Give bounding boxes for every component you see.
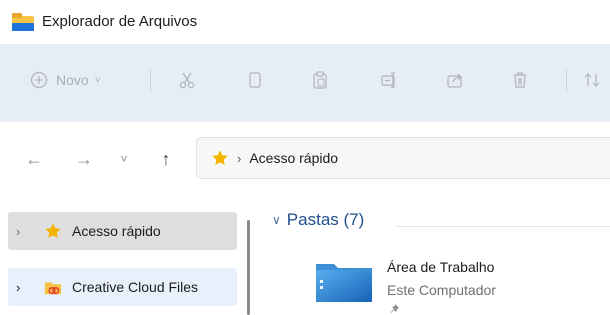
paste-button[interactable] [305, 63, 335, 97]
breadcrumb-quick-access[interactable]: Acesso rápido [249, 150, 338, 166]
chevron-down-icon: ∨ [272, 213, 281, 227]
cut-icon [179, 72, 195, 89]
back-button[interactable]: ← [20, 146, 48, 172]
arrow-up-icon: ↑ [161, 148, 171, 169]
window-title: Explorador de Arquivos [42, 13, 198, 30]
chevron-right-icon[interactable]: › [16, 224, 30, 239]
chevron-down-icon: ˅ [120, 152, 128, 166]
arrow-right-icon: → [75, 148, 93, 169]
sidebar-scrollbar[interactable] [247, 220, 250, 315]
new-button[interactable]: Novo ˅ [30, 63, 134, 97]
up-button[interactable]: ↑ [152, 146, 180, 172]
chevron-down-icon: ˅ [94, 74, 101, 86]
navigation-pane: › Acesso rápido › Creative Cloud Files [0, 196, 240, 315]
share-icon [447, 73, 462, 88]
group-title: Pastas (7) [286, 210, 365, 229]
sidebar-item-label: Creative Cloud Files [72, 279, 199, 295]
sort-icon [584, 73, 600, 87]
folder-name[interactable]: Área de Trabalho [387, 259, 494, 275]
new-button-label: Novo [56, 72, 89, 88]
rename-icon [381, 72, 395, 88]
command-bar: Novo ˅ [0, 44, 610, 123]
chevron-right-icon[interactable]: › [16, 280, 30, 295]
sidebar-item-quick-access[interactable]: › Acesso rápido [8, 212, 237, 250]
pin-icon [391, 304, 399, 313]
delete-icon [514, 72, 526, 88]
ribbon-divider [566, 70, 567, 92]
breadcrumb-separator-icon: › [237, 150, 242, 166]
star-icon [212, 150, 228, 165]
group-divider [396, 226, 610, 227]
recent-locations-button[interactable]: ˅ [110, 146, 138, 172]
paste-icon [313, 71, 327, 89]
desktop-folder-icon[interactable] [314, 258, 374, 304]
sort-button[interactable] [578, 63, 606, 97]
creative-cloud-icon [44, 282, 62, 295]
ribbon-divider [150, 70, 151, 92]
cut-button[interactable] [172, 63, 202, 97]
copy-icon [249, 72, 261, 88]
arrow-left-icon: ← [25, 148, 43, 169]
address-bar[interactable]: › Acesso rápido [196, 137, 610, 179]
sidebar-item-label: Acesso rápido [72, 223, 161, 239]
title-bar: Explorador de Arquivos [0, 0, 610, 44]
share-button[interactable] [440, 63, 470, 97]
forward-button[interactable]: → [70, 146, 98, 172]
delete-button[interactable] [505, 63, 535, 97]
group-header-folders[interactable]: ∨ Pastas (7) [272, 210, 364, 230]
folder-location: Este Computador [387, 282, 496, 298]
navigation-bar: ← → ˅ ↑ › Acesso rápido [0, 122, 610, 196]
star-icon [45, 223, 61, 238]
content-pane: ∨ Pastas (7) Área de Trabalho Este Compu… [252, 196, 610, 315]
rename-button[interactable] [374, 63, 404, 97]
file-explorer-icon [12, 13, 34, 31]
plus-circle-icon [30, 71, 48, 89]
sidebar-item-creative-cloud-files[interactable]: › Creative Cloud Files [8, 268, 237, 306]
copy-button[interactable] [240, 63, 270, 97]
